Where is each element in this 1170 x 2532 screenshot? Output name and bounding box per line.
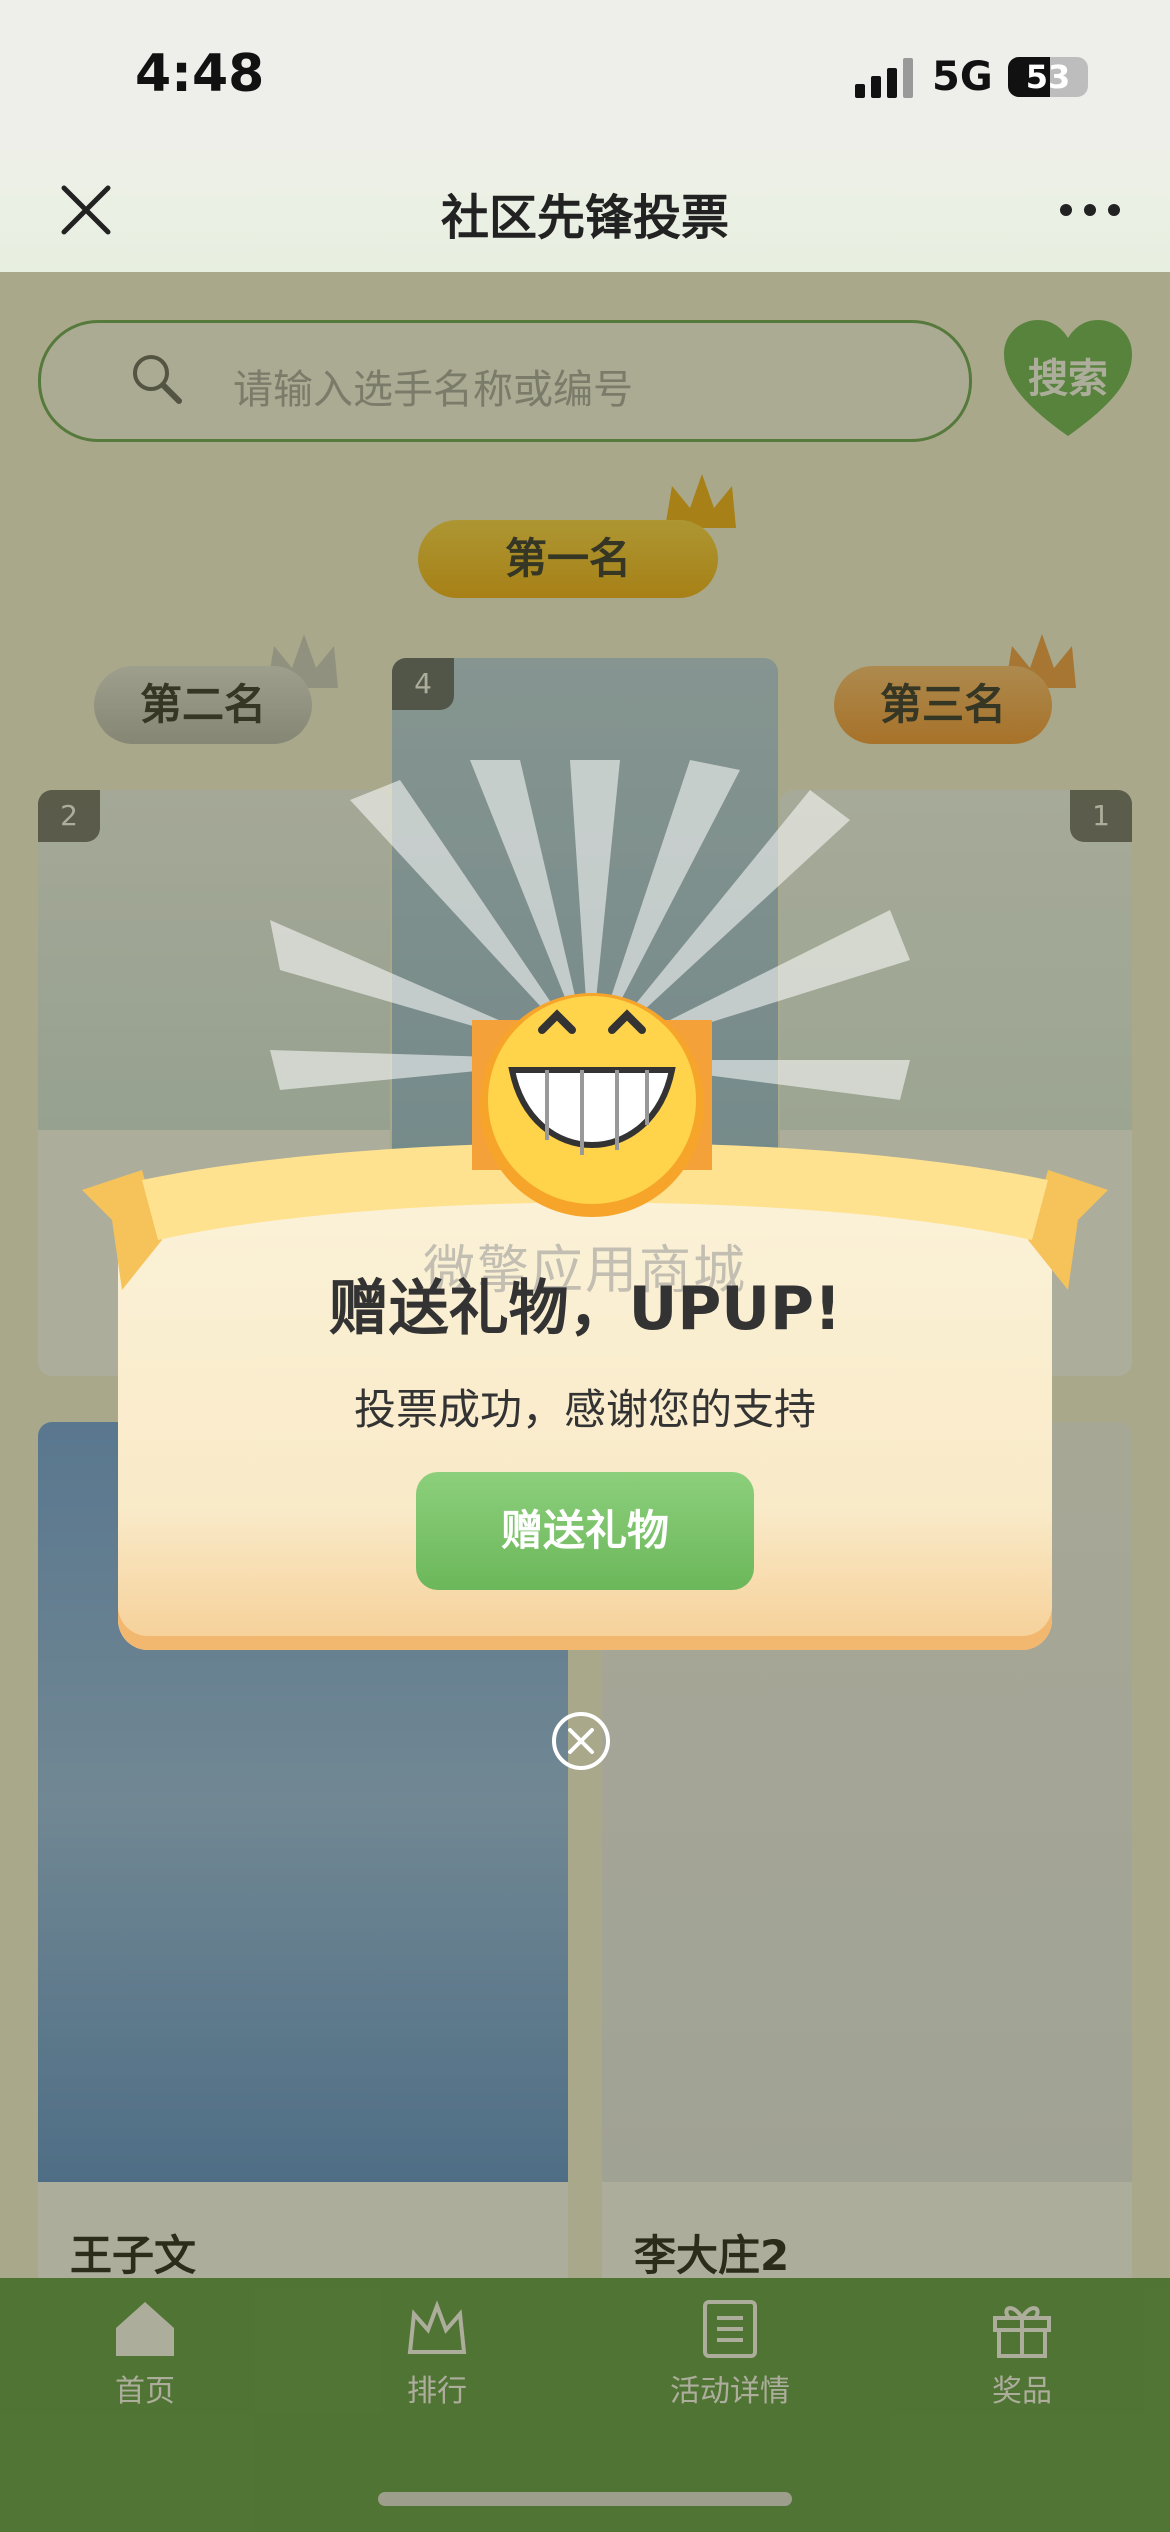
battery-icon: 53 — [1008, 57, 1088, 97]
network-label: 5G — [932, 54, 993, 100]
signal-icon — [855, 58, 913, 98]
nav-bar: 社区先锋投票 — [0, 150, 1170, 272]
more-icon[interactable] — [1060, 204, 1120, 218]
laughing-emoji-icon — [472, 993, 712, 1217]
status-bar: 4:48 5G 53 — [0, 0, 1170, 150]
modal-title: 赠送礼物，UPUP! — [328, 1274, 842, 1344]
page-title: 社区先锋投票 — [440, 190, 729, 246]
modal-subtitle: 投票成功，感谢您的支持 — [353, 1385, 816, 1434]
battery-level: 53 — [1025, 58, 1071, 96]
status-time: 4:48 — [135, 44, 265, 104]
close-circle-icon[interactable] — [550, 1710, 612, 1772]
send-gift-button[interactable]: 赠送礼物 — [416, 1472, 754, 1590]
